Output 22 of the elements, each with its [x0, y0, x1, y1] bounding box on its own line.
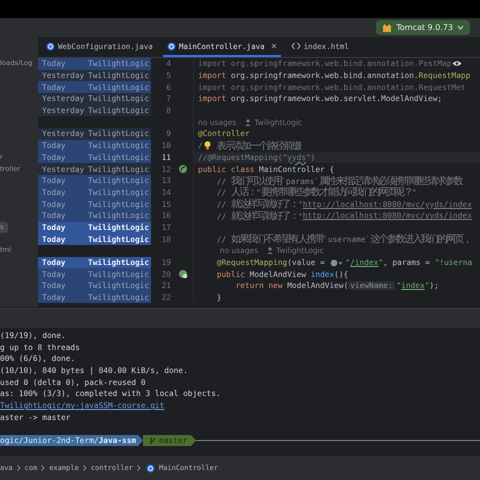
prompt-end-icon — [191, 435, 196, 446]
chevron-right-icon — [16, 465, 21, 471]
globe-icon[interactable] — [330, 258, 344, 267]
chevron-down-icon — [457, 25, 464, 30]
chevron-right-icon — [41, 465, 46, 471]
leaf-globe-icon[interactable] — [178, 269, 188, 280]
chevron-right-icon — [82, 465, 87, 471]
leaf-icon[interactable] — [178, 164, 188, 174]
cat-icon — [382, 22, 392, 32]
run-configuration-button[interactable]: Tomcat 9.0.73 — [376, 20, 470, 35]
class-icon — [46, 42, 55, 50]
html-tag-icon — [290, 42, 301, 50]
chevron-right-icon — [136, 465, 141, 471]
class-icon — [146, 464, 155, 472]
person-icon — [245, 118, 252, 126]
code-comment: 表示添加一个路径前缀 — [215, 140, 300, 153]
person-icon — [267, 247, 274, 254]
class-icon — [166, 42, 176, 50]
eye-icon[interactable] — [452, 60, 462, 68]
light-bulb-icon[interactable] — [204, 141, 211, 150]
close-icon[interactable] — [270, 43, 277, 49]
branch-icon — [149, 436, 156, 445]
